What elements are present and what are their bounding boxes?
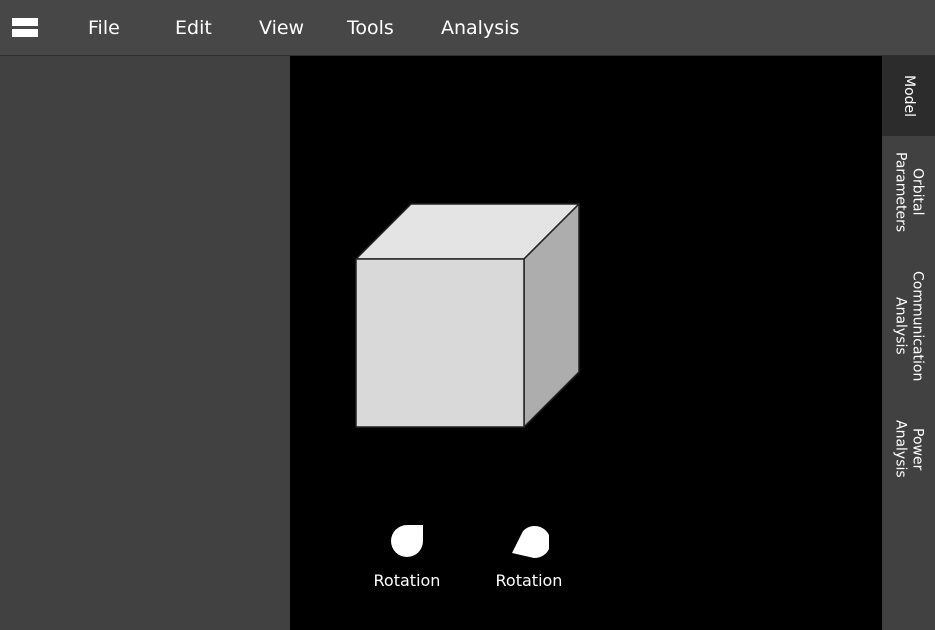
menu-edit[interactable]: Edit [175,17,212,39]
tab-communication-analysis[interactable]: Communication Analysis [882,248,935,404]
menu-bar: File Edit View Tools Analysis [0,0,935,56]
side-tab-bar: Model Orbital Parameters Communication Ana… [882,56,935,630]
rotation-label: Rotation [373,571,441,590]
menu-view[interactable]: View [259,17,304,39]
rotation-knob-icon[interactable] [390,524,424,558]
3d-viewport[interactable]: Rotation Rotation [290,56,882,630]
left-panel [0,56,290,630]
menu-tools[interactable]: Tools [347,17,394,39]
hamburger-bar-top [12,18,38,26]
tab-communication-analysis-label: Communication Analysis [892,270,926,382]
hamburger-menu-icon[interactable] [12,17,38,39]
menu-file[interactable]: File [88,17,120,39]
hamburger-bar-bottom [12,29,38,37]
tab-power-analysis-label: Power Analysis [892,420,926,478]
tab-orbital-parameters[interactable]: Orbital Parameters [882,136,935,248]
rotation-control-2[interactable]: Rotation [484,524,574,590]
cube-front-face [355,258,525,428]
tab-power-analysis[interactable]: Power Analysis [882,404,935,494]
tab-model-label: Model [901,74,917,118]
rotation-knob-icon[interactable] [509,524,549,564]
tab-model[interactable]: Model [882,56,935,136]
rotation-label: Rotation [495,571,563,590]
menu-analysis[interactable]: Analysis [441,17,519,39]
rotation-control-1[interactable]: Rotation [362,524,452,590]
tab-orbital-parameters-label: Orbital Parameters [892,151,926,233]
